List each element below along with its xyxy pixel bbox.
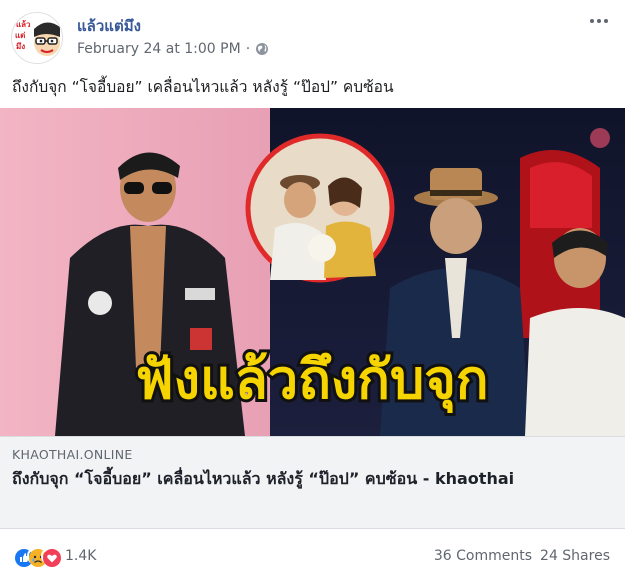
page-avatar[interactable]: แล้ว แต่ มึง bbox=[11, 12, 63, 64]
avatar-lettering-3: มึง bbox=[16, 42, 25, 51]
reaction-count[interactable]: 1.4K bbox=[65, 548, 96, 564]
link-preview-image[interactable]: ฟังแล้วถึงกับจุก bbox=[0, 108, 625, 436]
meta-separator: · bbox=[245, 41, 251, 57]
image-overlay-text: ฟังแล้วถึงกับจุก bbox=[135, 348, 488, 414]
post-caption: ถึงกับจุก “โจอี้บอย” เคลื่อนไหวแล้ว หลัง… bbox=[12, 78, 394, 96]
globe-icon[interactable] bbox=[255, 42, 269, 56]
comments-count-link[interactable]: 36 Comments bbox=[434, 548, 532, 564]
shares-count-link[interactable]: 24 Shares bbox=[540, 548, 610, 564]
engagement-stats: 36 Comments 24 Shares bbox=[434, 548, 610, 564]
post-meta: February 24 at 1:00 PM · bbox=[77, 41, 269, 57]
link-preview-details[interactable]: KHAOTHAI.ONLINE ถึงกับจุก “โจอี้บอย” เคล… bbox=[0, 436, 625, 529]
post-timestamp[interactable]: February 24 at 1:00 PM bbox=[77, 41, 241, 57]
love-icon bbox=[41, 547, 61, 567]
facebook-post: แล้ว แต่ มึง แล้วแต่มึง February 24 at 1… bbox=[0, 0, 625, 576]
reaction-summary[interactable]: 1.4K bbox=[13, 547, 96, 567]
more-options-icon[interactable] bbox=[587, 13, 611, 29]
avatar-lettering-2: แต่ bbox=[15, 31, 25, 40]
post-footer: 1.4K 36 Comments 24 Shares bbox=[0, 538, 625, 576]
link-domain: KHAOTHAI.ONLINE bbox=[12, 447, 133, 462]
link-title[interactable]: ถึงกับจุก “โจอี้บอย” เคลื่อนไหวแล้ว หลัง… bbox=[12, 467, 602, 491]
avatar-lettering-1: แล้ว bbox=[16, 19, 31, 29]
page-name-link[interactable]: แล้วแต่มึง bbox=[77, 14, 141, 38]
